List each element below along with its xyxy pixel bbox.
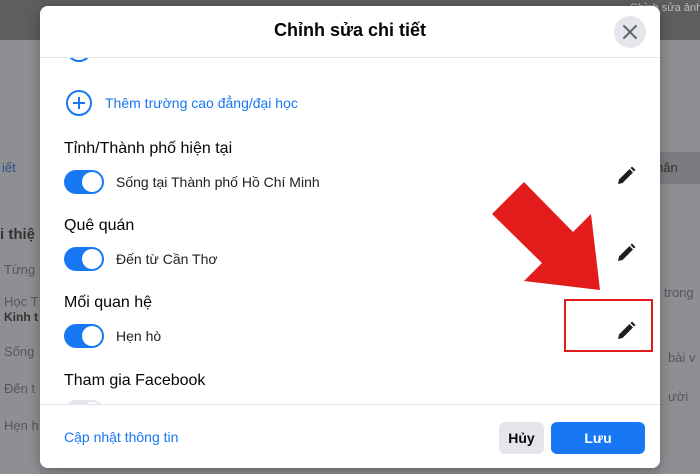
background-text: trong [664,285,694,300]
add-school-label: Thêm trường cao đẳng/đại học [105,95,298,111]
background-text: Từng [4,262,36,277]
add-circle-icon [66,58,92,62]
add-circle-icon [66,90,92,116]
background-text: Học T [4,294,39,309]
close-icon [623,25,637,39]
background-text: bài v [668,350,696,365]
pencil-icon [618,166,636,184]
edit-current-city-button[interactable] [612,162,640,190]
highlight-box [564,299,653,352]
close-button[interactable] [614,16,646,48]
hometown-value: Đến từ Cần Thơ [116,251,218,267]
dialog-footer: Cập nhật thông tin Hủy Lưu [40,404,660,468]
current-city-row: Sống tại Thành phố Hồ Chí Minh [64,169,320,195]
edit-hometown-button[interactable] [612,239,640,267]
background-text: Sống [4,344,35,359]
background-right-column [660,40,700,474]
relationship-row: Hẹn hò [64,323,161,349]
hometown-toggle[interactable] [64,247,104,271]
hometown-row: Đến từ Cần Thơ [64,246,218,272]
pencil-icon [618,243,636,261]
background-text: iết [2,160,16,175]
cancel-button[interactable]: Hủy [499,422,544,454]
background-text: Kinh t [4,310,38,324]
relationship-title: Mối quan hệ [64,294,153,311]
red-arrow [492,182,600,290]
background-text: i thiệ [0,226,36,243]
background-text: ười [668,389,689,404]
dialog-title: Chỉnh sửa chi tiết [273,20,427,40]
background-text: Hẹn h [4,418,39,433]
current-city-value: Sống tại Thành phố Hồ Chí Minh [116,174,320,190]
update-info-link[interactable]: Cập nhật thông tin [64,429,178,445]
background-text: Đến t [4,381,36,396]
current-city-toggle[interactable] [64,170,104,194]
add-school-link[interactable]: Thêm trường cao đẳng/đại học [66,88,298,118]
current-city-title: Tỉnh/Thành phố hiện tại [64,140,233,157]
dialog-header: Chỉnh sửa chi tiết [40,6,660,58]
hometown-title: Quê quán [64,217,135,234]
background-left-column [0,40,40,474]
relationship-toggle[interactable] [64,324,104,348]
joined-facebook-title: Tham gia Facebook [64,372,206,389]
save-button[interactable]: Lưu [551,422,645,454]
relationship-value: Hẹn hò [116,328,162,344]
